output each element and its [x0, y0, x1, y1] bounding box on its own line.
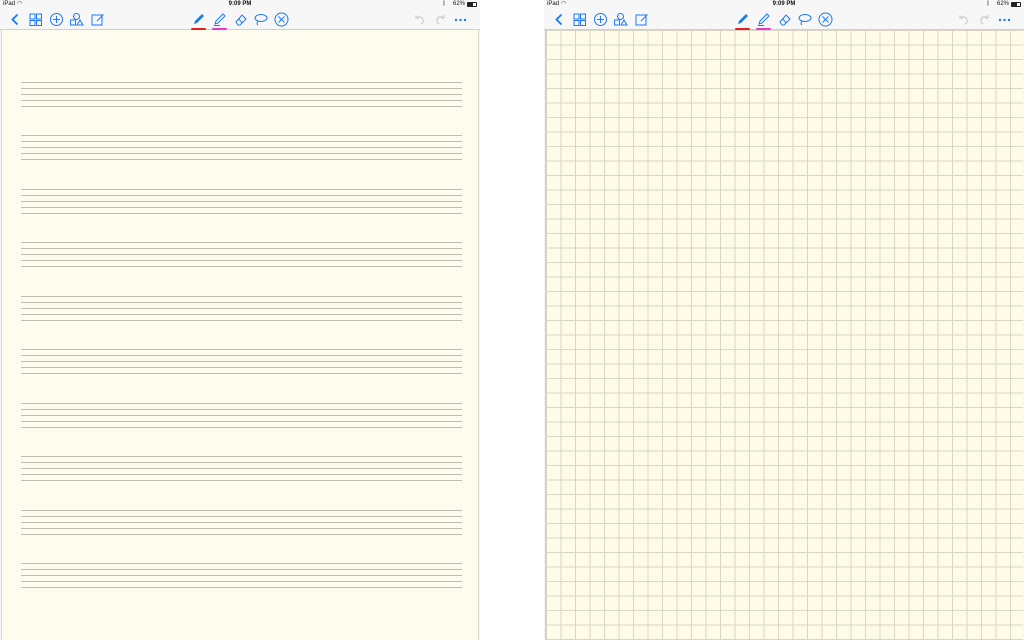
- back-icon[interactable]: [552, 12, 567, 27]
- staff-line: [21, 516, 462, 517]
- battery-percentage: 62%: [452, 1, 465, 7]
- add-icon[interactable]: [49, 12, 64, 27]
- staff-line: [21, 320, 462, 321]
- shapes-icon[interactable]: [613, 12, 628, 27]
- ipad-screen-staff-paper: iPad ◠ 9:09 PM ᛒ 62%: [0, 0, 480, 640]
- staff-line: [21, 367, 462, 368]
- staff-line: [21, 510, 462, 511]
- staff-line: [21, 575, 462, 576]
- status-bar: iPad ◠ 9:09 PM ᛒ 62%: [544, 0, 1024, 9]
- highlighter-icon[interactable]: [212, 12, 227, 30]
- staff-line: [21, 415, 462, 416]
- staff-line: [21, 534, 462, 535]
- lasso-icon[interactable]: [797, 12, 812, 27]
- staff-line: [21, 456, 462, 457]
- staff-line: [21, 213, 462, 214]
- add-icon[interactable]: [593, 12, 608, 27]
- pen-icon[interactable]: [191, 12, 206, 30]
- staff-line: [21, 480, 462, 481]
- staff-line: [21, 254, 462, 255]
- battery-icon: [1011, 2, 1021, 7]
- staff-line: [21, 563, 462, 564]
- toolbar: [0, 9, 480, 30]
- staff-line: [21, 409, 462, 410]
- staff-line: [21, 468, 462, 469]
- bluetooth-icon: ᛒ: [986, 1, 990, 7]
- staff-line: [21, 106, 462, 107]
- staff-line: [21, 302, 462, 303]
- more-icon[interactable]: [453, 12, 468, 27]
- grid-paper[interactable]: [545, 30, 1023, 640]
- staff-line: [21, 474, 462, 475]
- staff-line: [21, 421, 462, 422]
- staff-line: [21, 141, 462, 142]
- pen-icon[interactable]: [735, 12, 750, 30]
- staff-line: [21, 207, 462, 208]
- close-icon[interactable]: [274, 12, 289, 27]
- staff-line: [21, 242, 462, 243]
- staff-line: [21, 94, 462, 95]
- staff-line: [21, 462, 462, 463]
- staff-line: [21, 296, 462, 297]
- bluetooth-icon: ᛒ: [442, 1, 446, 7]
- staff-line: [21, 361, 462, 362]
- undo-icon[interactable]: [412, 12, 427, 27]
- staff-line: [21, 373, 462, 374]
- clock: 9:09 PM: [772, 1, 796, 7]
- shapes-icon[interactable]: [69, 12, 84, 27]
- status-bar: iPad ◠ 9:09 PM ᛒ 62%: [0, 0, 480, 9]
- back-icon[interactable]: [8, 12, 23, 27]
- staff-line: [21, 100, 462, 101]
- staff-line: [21, 135, 462, 136]
- staff-line: [21, 569, 462, 570]
- toolbar: [544, 9, 1024, 30]
- undo-icon[interactable]: [956, 12, 971, 27]
- staff-line: [21, 528, 462, 529]
- staff-line: [21, 153, 462, 154]
- staff-line: [21, 266, 462, 267]
- highlighter-icon[interactable]: [756, 12, 771, 30]
- close-icon[interactable]: [818, 12, 833, 27]
- staff-line: [21, 308, 462, 309]
- staff-line: [21, 349, 462, 350]
- staff-line: [21, 189, 462, 190]
- music-staff-paper[interactable]: [1, 30, 479, 640]
- lasso-icon[interactable]: [253, 12, 268, 27]
- staff-line: [21, 248, 462, 249]
- redo-icon[interactable]: [977, 12, 992, 27]
- redo-icon[interactable]: [433, 12, 448, 27]
- battery-icon: [467, 2, 477, 7]
- staff-line: [21, 403, 462, 404]
- edit-icon[interactable]: [90, 12, 105, 27]
- staff-line: [21, 147, 462, 148]
- staff-line: [21, 201, 462, 202]
- clock: 9:09 PM: [228, 1, 252, 7]
- staff-line: [21, 587, 462, 588]
- staff-line: [21, 581, 462, 582]
- staff-line: [21, 355, 462, 356]
- staff-line: [21, 522, 462, 523]
- staff-line: [21, 195, 462, 196]
- eraser-icon[interactable]: [233, 12, 248, 27]
- ipad-screen-grid-paper: iPad ◠ 9:09 PM ᛒ 62%: [544, 0, 1024, 640]
- battery-percentage: 62%: [996, 1, 1009, 7]
- more-icon[interactable]: [997, 12, 1012, 27]
- eraser-icon[interactable]: [777, 12, 792, 27]
- staff-line: [21, 314, 462, 315]
- staff-line: [21, 427, 462, 428]
- edit-icon[interactable]: [634, 12, 649, 27]
- staff-line: [21, 88, 462, 89]
- staff-line: [21, 260, 462, 261]
- grid-view-icon[interactable]: [572, 12, 587, 27]
- grid-view-icon[interactable]: [28, 12, 43, 27]
- staff-line: [21, 159, 462, 160]
- staff-line: [21, 82, 462, 83]
